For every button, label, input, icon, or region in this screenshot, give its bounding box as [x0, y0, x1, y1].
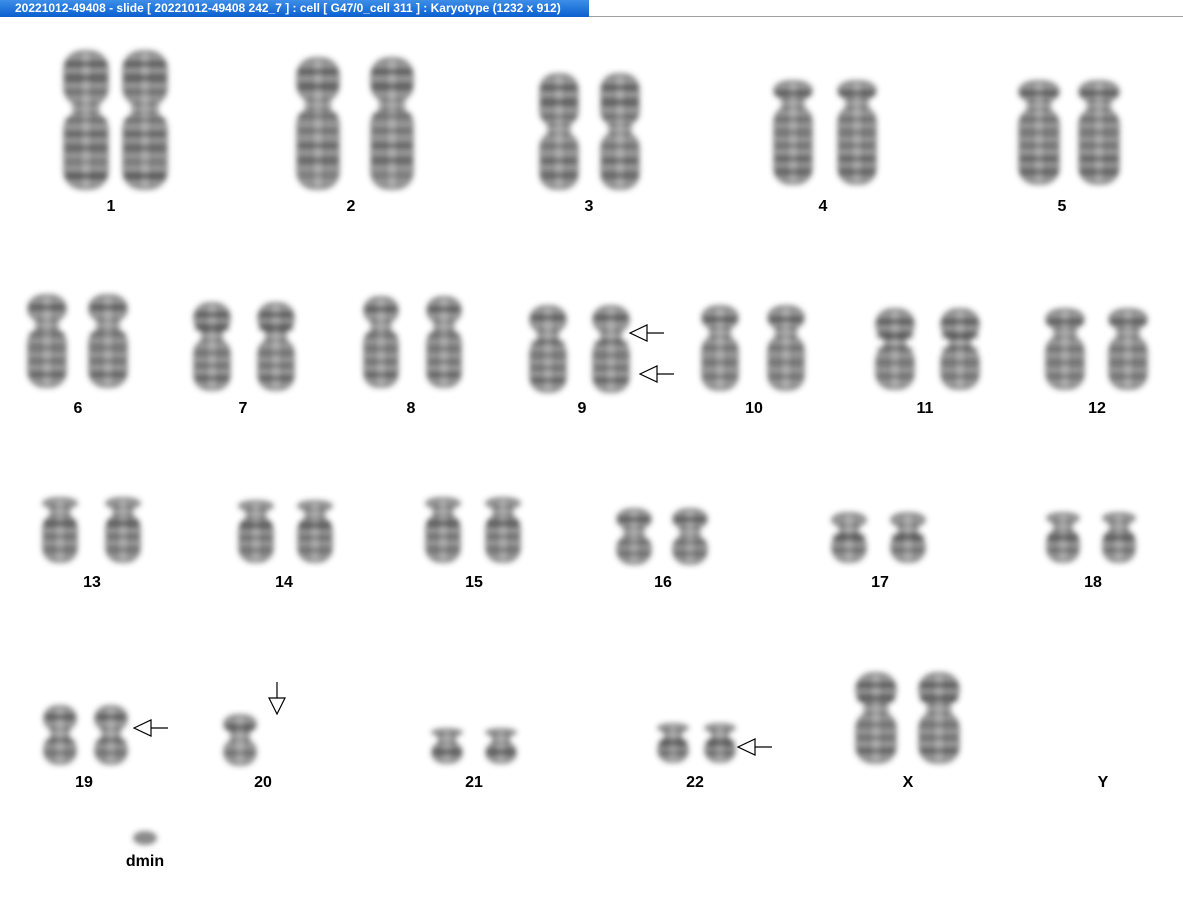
chromosome-label-1: 1 [107, 198, 116, 215]
chromosome-11-left [875, 308, 915, 390]
arrow-left-icon [628, 324, 664, 342]
chromosome-1-right [122, 50, 168, 190]
chromosome-4-left [773, 80, 813, 185]
chromosome-8-right [426, 296, 462, 388]
chromosome-label-22: 22 [686, 774, 704, 791]
dmin-chromosome [133, 831, 157, 845]
chromosome-22-left [657, 723, 689, 763]
chromosome-8-left [363, 296, 399, 388]
chromosome-label-5: 5 [1058, 198, 1067, 215]
chromosome-6-left [27, 294, 67, 388]
chromosome-5-left [1018, 80, 1060, 185]
chromosome-12-left [1045, 308, 1085, 390]
chromosome-11-right [940, 308, 980, 390]
chromosome-label-9: 9 [578, 400, 587, 417]
chromosome-16-left [616, 508, 652, 565]
chromosome-16-right [672, 508, 708, 565]
chromosome-label-21: 21 [465, 774, 483, 791]
chromosome-labels: 1 2 3 4 56 7 8 9 10 11 1213 14 15 16 17 1819 20 21 22 X Ydmi… [74, 198, 1109, 870]
chromosome-label-18: 18 [1084, 574, 1102, 591]
chromosome-label-4: 4 [819, 198, 828, 215]
arrow-left-icon [638, 365, 674, 383]
chromosome-3-left [539, 73, 579, 190]
chromosome-2-right [370, 57, 414, 190]
arrow-down-icon [268, 682, 286, 716]
chromosome-label-13: 13 [83, 574, 101, 591]
chromosome-label-16: 16 [654, 574, 672, 591]
chromosome-label-11: 11 [917, 400, 934, 417]
chromosome-label-20: 20 [254, 774, 272, 791]
chromosome-X-right [918, 672, 960, 764]
chromosome-label-3: 3 [585, 198, 594, 215]
chromosome-label-2: 2 [347, 198, 356, 215]
chromosome-7-right [257, 302, 295, 391]
chromosome-5-right [1078, 80, 1120, 185]
chromosome-7-left [193, 302, 231, 391]
chromosome-label-15: 15 [465, 574, 483, 591]
chromosome-4-right [837, 80, 877, 185]
chromosome-14-left [238, 500, 274, 563]
chromosome-label-10: 10 [745, 400, 763, 417]
chromosome-2-left [296, 57, 340, 190]
chromosome-label-6: 6 [74, 400, 83, 417]
chromosome-19-left [43, 705, 77, 765]
chromosome-images [27, 50, 1148, 845]
chromosome-label-Y: Y [1098, 774, 1109, 791]
chromosome-9-left [529, 305, 567, 393]
chromosome-12-right [1108, 308, 1148, 390]
chromosome-17-left [831, 512, 867, 563]
chromosome-13-right [105, 497, 141, 563]
chromosome-label-12: 12 [1088, 400, 1106, 417]
chromosome-22-right [704, 723, 736, 763]
chromosome-3-right [600, 73, 640, 190]
chromosome-label-X: X [903, 774, 914, 791]
chromosome-17-right [890, 512, 926, 563]
chromosome-20-left [223, 714, 257, 766]
chromosome-13-left [42, 497, 78, 563]
chromosome-1-left [63, 50, 109, 190]
chromosome-15-right [485, 497, 521, 563]
chromosome-18-right [1102, 512, 1136, 563]
karyotype-panel: 1 2 3 4 56 7 8 9 10 11 1213 14 15 16 17 1819 20 21 22 X Ydmi… [27, 50, 1148, 870]
chromosome-10-left [701, 305, 739, 391]
chromosome-6-right [88, 294, 128, 388]
chromosome-label-14: 14 [275, 574, 293, 591]
chromosome-18-left [1046, 512, 1080, 563]
chromosome-label-8: 8 [407, 400, 416, 417]
arrow-left-icon [132, 719, 168, 737]
chromosome-label-dmin: dmin [126, 853, 164, 870]
chromosome-X-left [855, 672, 897, 764]
chromosome-10-right [767, 305, 805, 391]
chromosome-21-left [431, 728, 463, 764]
chromosome-9-right [592, 305, 630, 393]
chromosome-14-right [297, 500, 333, 563]
arrow-left-icon [736, 738, 772, 756]
chromosome-label-17: 17 [871, 574, 889, 591]
chromosome-label-19: 19 [75, 774, 93, 791]
chromosome-label-7: 7 [239, 400, 248, 417]
chromosome-15-left [425, 497, 461, 563]
chromosome-19-right [94, 705, 128, 765]
chromosome-21-right [485, 728, 517, 764]
